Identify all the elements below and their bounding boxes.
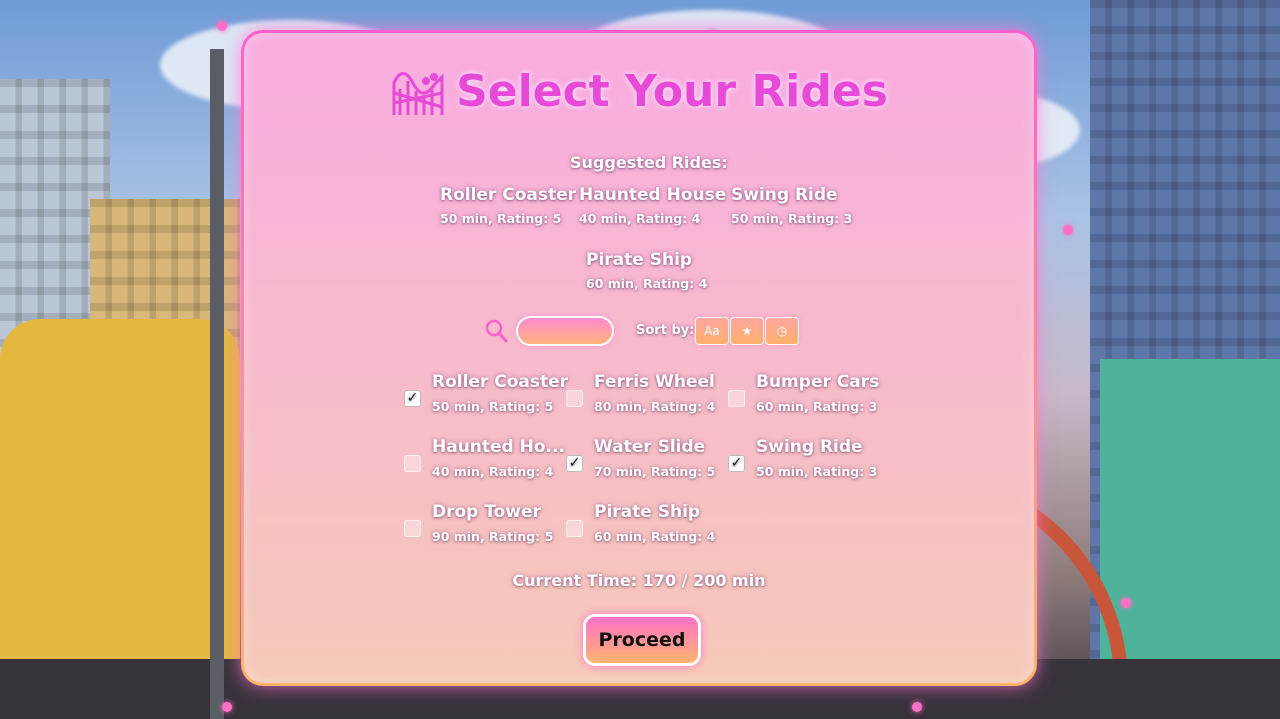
ride-meta: 40 min, Rating: 4 (432, 464, 554, 479)
suggested-ride[interactable]: Swing Ride 50 min, Rating: 3 (731, 185, 852, 226)
sort-rating-button[interactable]: ★ (730, 317, 764, 345)
ride-meta: 70 min, Rating: 5 (594, 464, 716, 479)
roller-coaster-icon (392, 72, 444, 115)
ride-checkbox[interactable]: ✓ (728, 455, 745, 472)
title-row: Select Your Rides (244, 63, 1034, 119)
search-icon[interactable] (484, 318, 508, 344)
ride-name: Bumper Cars (756, 372, 880, 392)
suggested-ride-meta: 50 min, Rating: 3 (731, 211, 853, 226)
ride-option[interactable]: Bumper Cars 60 min, Rating: 3 (728, 372, 880, 422)
ride-option[interactable]: ✓ Swing Ride 50 min, Rating: 3 (728, 437, 878, 487)
page-title: Select Your Rides (456, 65, 888, 117)
ride-meta: 50 min, Rating: 3 (756, 464, 878, 479)
suggested-ride-name: Haunted House (579, 185, 727, 205)
ride-option[interactable]: Haunted Ho... 40 min, Rating: 4 (404, 437, 565, 487)
ride-name: Roller Coaster (432, 372, 569, 392)
ride-meta: 90 min, Rating: 5 (432, 529, 554, 544)
ride-checkbox[interactable] (728, 390, 745, 407)
ride-name: Ferris Wheel (594, 372, 715, 392)
sort-time-button[interactable]: ◷ (765, 317, 799, 345)
ride-selection-panel: Select Your Rides Suggested Rides: Rolle… (241, 30, 1037, 686)
sort-alphabetical-button[interactable]: Aa (695, 317, 729, 345)
ride-meta: 60 min, Rating: 3 (756, 399, 878, 414)
suggested-rides-label: Suggested Rides: (570, 153, 728, 172)
suggested-ride-meta: 60 min, Rating: 4 (586, 276, 708, 291)
ride-checkbox[interactable] (566, 390, 583, 407)
current-time: Current Time: 170 / 200 min (512, 571, 766, 590)
ride-checkbox[interactable]: ✓ (404, 390, 421, 407)
suggested-ride[interactable]: Roller Coaster 50 min, Rating: 5 (440, 185, 576, 226)
ride-option[interactable]: Pirate Ship 60 min, Rating: 4 (566, 502, 716, 552)
ride-meta: 80 min, Rating: 4 (594, 399, 716, 414)
ride-meta: 50 min, Rating: 5 (432, 399, 554, 414)
suggested-ride-meta: 40 min, Rating: 4 (579, 211, 701, 226)
ride-option[interactable]: ✓ Water Slide 70 min, Rating: 5 (566, 437, 716, 487)
ride-checkbox[interactable]: ✓ (566, 455, 583, 472)
proceed-button[interactable]: Proceed (583, 614, 701, 666)
ride-checkbox[interactable] (404, 455, 421, 472)
ride-checkbox[interactable] (566, 520, 583, 537)
clock-icon: ◷ (776, 324, 788, 338)
ride-name: Drop Tower (432, 502, 541, 522)
ride-name: Pirate Ship (594, 502, 701, 522)
suggested-ride[interactable]: Haunted House 40 min, Rating: 4 (579, 185, 726, 226)
alphabetical-icon: Aa (704, 324, 720, 338)
ride-name: Water Slide (594, 437, 706, 457)
suggested-ride[interactable]: Pirate Ship 60 min, Rating: 4 (586, 250, 707, 291)
ride-name: Swing Ride (756, 437, 863, 457)
search-input[interactable] (516, 316, 614, 346)
ride-option[interactable]: Ferris Wheel 80 min, Rating: 4 (566, 372, 716, 422)
suggested-ride-name: Pirate Ship (586, 250, 693, 270)
suggested-ride-name: Swing Ride (731, 185, 838, 205)
ride-name: Haunted Ho... (432, 437, 565, 457)
ride-option[interactable]: ✓ Roller Coaster 50 min, Rating: 5 (404, 372, 568, 422)
ride-meta: 60 min, Rating: 4 (594, 529, 716, 544)
ride-checkbox[interactable] (404, 520, 421, 537)
sort-by-label: Sort by: (636, 323, 695, 338)
star-icon: ★ (741, 324, 753, 338)
ride-option[interactable]: Drop Tower 90 min, Rating: 5 (404, 502, 554, 552)
suggested-ride-name: Roller Coaster (440, 185, 577, 205)
suggested-ride-meta: 50 min, Rating: 5 (440, 211, 562, 226)
